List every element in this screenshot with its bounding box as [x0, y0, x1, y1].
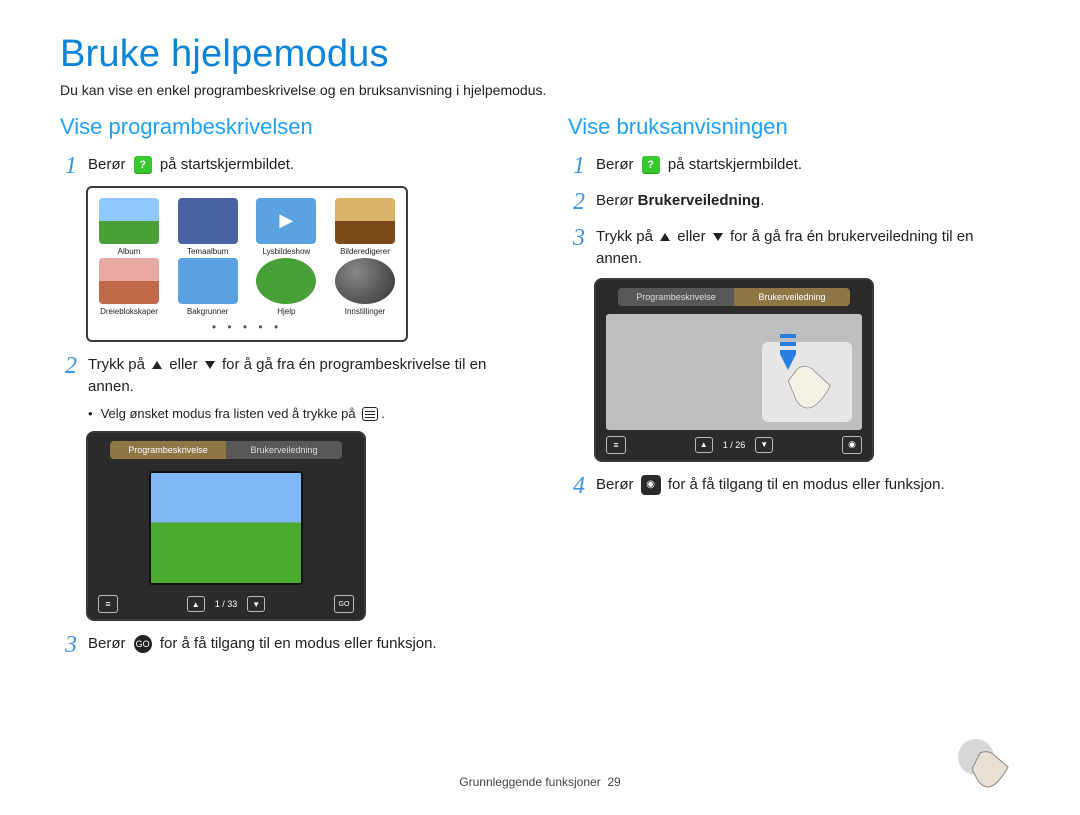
t: for å få tilgang til en modus eller funk… — [668, 476, 945, 493]
right-heading: Vise bruksanvisningen — [568, 114, 1020, 140]
camera-go-icon: ◉ — [641, 475, 661, 495]
footer-page-number: 29 — [607, 775, 620, 789]
t: eller — [169, 356, 197, 373]
tile-label: Innstillinger — [345, 307, 385, 316]
nav-down: ▼ — [247, 596, 265, 612]
step-number: 4 — [568, 474, 590, 498]
nav-up: ▲ — [695, 437, 713, 453]
t: Berør — [596, 192, 638, 209]
tab-userguide: Brukerveiledning — [734, 288, 850, 306]
list-icon — [362, 407, 378, 421]
nav-up: ▲ — [187, 596, 205, 612]
tile-label: Dreieblokskaper — [100, 307, 158, 316]
device-preview-guide: Programbeskrivelse Brukerveiledning ≡ ▲ — [594, 278, 874, 462]
step3-text: Trykk på eller for å gå fra én brukervei… — [596, 226, 1020, 270]
page-counter: 1 / 26 — [723, 440, 746, 450]
t-bold: Brukerveiledning — [638, 192, 761, 209]
help-icon: ? — [642, 156, 660, 174]
t: på startskjermbildet. — [668, 156, 802, 173]
camera-button: ◉ — [842, 436, 862, 454]
touch-finger-icon — [954, 735, 1018, 799]
step4-text: Berør ◉ for å få tilgang til en modus el… — [596, 474, 1020, 496]
tab-userguide: Brukerveiledning — [226, 441, 342, 459]
up-triangle-icon — [660, 233, 670, 241]
go-button: GO — [334, 595, 354, 613]
tile-label: Bakgrunner — [187, 307, 228, 316]
go-icon: GO — [134, 635, 152, 653]
list-button: ≡ — [98, 595, 118, 613]
step3-text: Berør GO for å få tilgang til en modus e… — [88, 633, 512, 655]
step-number: 3 — [60, 633, 82, 657]
t: Berør — [596, 156, 634, 173]
t: Berør — [88, 156, 126, 173]
home-grid-preview: Album Temaalbum ▶Lysbildeshow Bilderedig… — [86, 186, 408, 342]
tab-progdesc: Programbeskrivelse — [110, 441, 226, 459]
step-number: 2 — [60, 354, 82, 378]
t: på startskjermbildet. — [160, 156, 294, 173]
t: for å gå fra én programbeskrivelse til e… — [88, 356, 486, 395]
step2-text: Berør Brukerveiledning. — [596, 190, 1020, 212]
step1-text: Berør ? på startskjermbildet. — [596, 154, 1020, 176]
footer-section: Grunnleggende funksjoner — [459, 775, 600, 789]
step-number: 3 — [568, 226, 590, 250]
up-triangle-icon — [152, 361, 162, 369]
camera-preview — [149, 471, 303, 585]
t: for å gå fra én brukerveiledning til en … — [596, 228, 973, 267]
step-number: 1 — [568, 154, 590, 178]
nav-down: ▼ — [755, 437, 773, 453]
t: Berør — [596, 476, 634, 493]
tile-label: Temaalbum — [187, 247, 228, 256]
page-dots: • • • • • — [94, 320, 400, 334]
step-number: 1 — [60, 154, 82, 178]
page-footer: Grunnleggende funksjoner 29 — [0, 775, 1080, 789]
step-number: 2 — [568, 190, 590, 214]
down-triangle-icon — [205, 361, 215, 369]
down-triangle-icon — [713, 233, 723, 241]
guide-illustration — [606, 314, 862, 430]
sub-bullet: • Velg ønsket modus fra listen ved å try… — [60, 406, 512, 422]
intro-text: Du kan vise en enkel programbeskrivelse … — [60, 82, 1020, 98]
tile-label: Lysbildeshow — [262, 247, 310, 256]
gear-icon — [335, 258, 395, 304]
step2-text: Trykk på eller for å gå fra én programbe… — [88, 354, 512, 398]
left-heading: Vise programbeskrivelsen — [60, 114, 512, 140]
page-title: Bruke hjelpemodus — [60, 34, 1020, 76]
t: Trykk på — [88, 356, 145, 373]
page-counter: 1 / 33 — [215, 599, 238, 609]
t: eller — [677, 228, 705, 245]
tile-label: Bilderedigerer — [340, 247, 390, 256]
help-icon: ? — [134, 156, 152, 174]
col-user-guide: Vise bruksanvisningen 1 Berør ? på start… — [568, 114, 1020, 666]
t: for å få tilgang til en modus eller funk… — [160, 635, 437, 652]
step1-text: Berør ? på startskjermbildet. — [88, 154, 512, 176]
tile-label: Hjelp — [277, 307, 295, 316]
col-program-description: Vise programbeskrivelsen 1 Berør ? på st… — [60, 114, 512, 666]
tile-label: Album — [118, 247, 141, 256]
t: Velg ønsket modus fra listen ved å trykk… — [101, 406, 356, 421]
t: . — [760, 192, 764, 209]
list-button: ≡ — [606, 436, 626, 454]
t: Trykk på — [596, 228, 653, 245]
device-preview-progdesc: Programbeskrivelse Brukerveiledning ≡ ▲ … — [86, 431, 366, 621]
t: Berør — [88, 635, 126, 652]
tab-progdesc: Programbeskrivelse — [618, 288, 734, 306]
